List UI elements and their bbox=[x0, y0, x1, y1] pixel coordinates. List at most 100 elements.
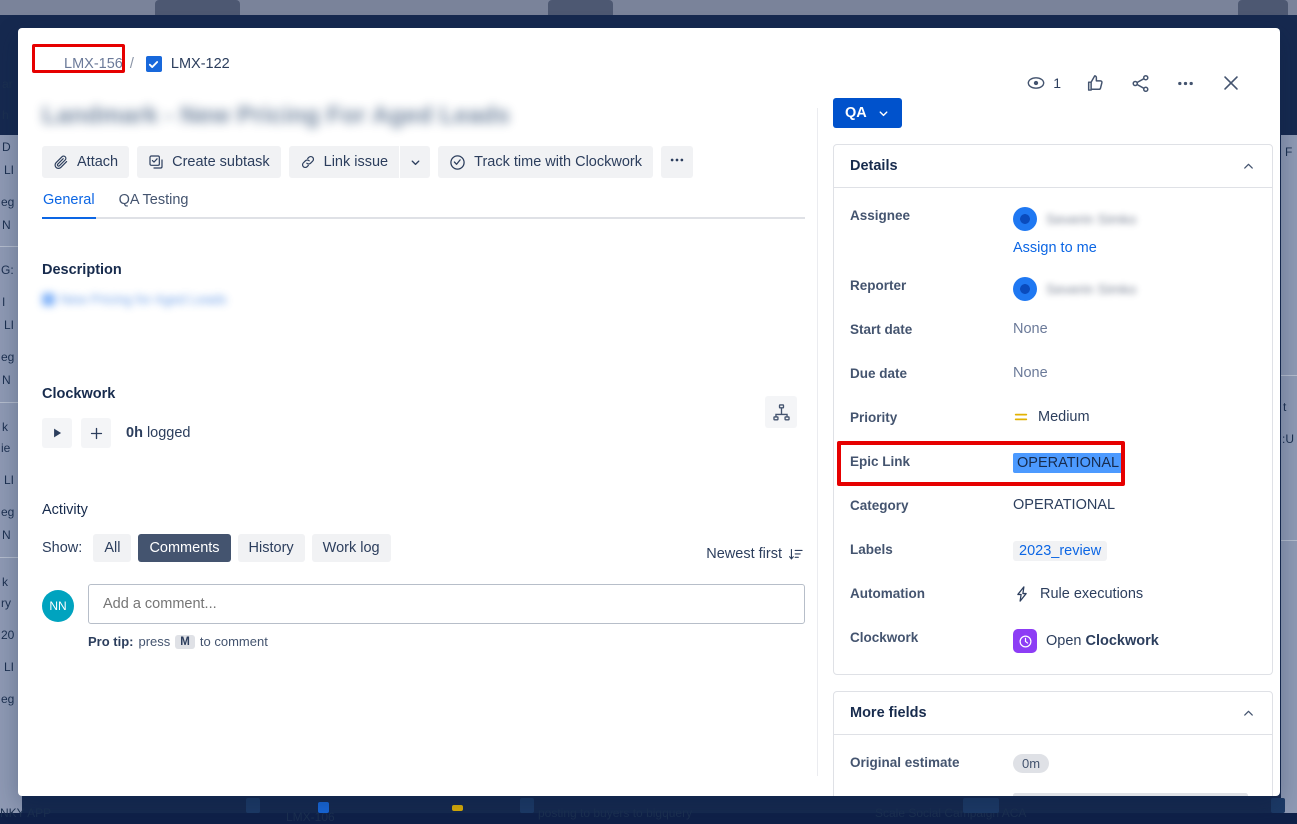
tab-qa-testing[interactable]: QA Testing bbox=[118, 192, 190, 217]
board-text: t bbox=[1283, 400, 1286, 414]
field-value-assignee[interactable]: Severin Simko bbox=[1013, 202, 1136, 231]
emoji-icon bbox=[42, 293, 55, 306]
board-text: LI bbox=[4, 660, 14, 674]
activity-sort-label: Newest first bbox=[706, 546, 782, 562]
field-label-automation: Automation bbox=[850, 580, 1013, 601]
breadcrumb-issue-key-group[interactable]: LMX-156 / bbox=[60, 54, 140, 74]
create-subtask-button[interactable]: Create subtask bbox=[137, 146, 281, 178]
board-text: F bbox=[1285, 145, 1292, 159]
field-label-start-date: Start date bbox=[850, 316, 1013, 337]
field-reporter: Reporter Severin Simko bbox=[850, 272, 1256, 306]
automation-label: Rule executions bbox=[1040, 586, 1143, 602]
field-value-clockwork[interactable]: Open Clockwork bbox=[1013, 624, 1159, 653]
track-time-label: Track time with Clockwork bbox=[474, 154, 642, 170]
label-badge[interactable]: 2023_review bbox=[1013, 541, 1107, 561]
field-epic-link: Epic Link OPERATIONAL bbox=[850, 448, 1256, 482]
watch-button[interactable]: 1 bbox=[1022, 69, 1065, 97]
breadcrumb-separator: / bbox=[130, 56, 134, 72]
protip-post: to comment bbox=[200, 634, 268, 649]
field-label-category: Category bbox=[850, 492, 1013, 513]
activity-sort-button[interactable]: Newest first bbox=[706, 546, 803, 562]
estimate-badge: 0m bbox=[1013, 754, 1049, 773]
epic-badge[interactable]: OPERATIONAL bbox=[1013, 453, 1123, 473]
field-labels: Labels 2023_review bbox=[850, 536, 1256, 570]
board-text: eg bbox=[1, 350, 14, 364]
chevron-down-icon bbox=[877, 107, 890, 120]
hierarchy-icon[interactable] bbox=[765, 396, 797, 428]
chevron-up-icon[interactable] bbox=[1241, 706, 1256, 721]
ellipsis-icon bbox=[668, 151, 686, 169]
protip-pre: press bbox=[139, 634, 171, 649]
attach-label: Attach bbox=[77, 154, 118, 170]
board-text: LI bbox=[4, 163, 14, 177]
clockwork-link-bold: Clockwork bbox=[1086, 633, 1159, 649]
link-issue-dropdown-button[interactable] bbox=[400, 146, 430, 178]
field-value-due-date[interactable]: None bbox=[1013, 360, 1048, 381]
field-value-reporter[interactable]: Severin Simko bbox=[1013, 272, 1136, 301]
assign-to-me-link[interactable]: Assign to me bbox=[1013, 240, 1097, 256]
link-icon bbox=[300, 154, 316, 170]
activity-filter-history[interactable]: History bbox=[238, 534, 305, 562]
activity-filter-comments[interactable]: Comments bbox=[138, 534, 230, 562]
board-text: LI bbox=[4, 473, 14, 487]
assignee-name: Severin Simko bbox=[1046, 211, 1136, 227]
field-value-epic-link[interactable]: OPERATIONAL bbox=[1013, 448, 1123, 473]
field-label-clockwork: Clockwork bbox=[850, 624, 1013, 645]
play-icon[interactable] bbox=[42, 418, 72, 448]
tab-general[interactable]: General bbox=[42, 192, 96, 217]
field-label-labels: Labels bbox=[850, 536, 1013, 557]
board-text: :U bbox=[1282, 432, 1294, 446]
link-issue-button[interactable]: Link issue bbox=[289, 146, 399, 178]
clockwork-logged-amount: 0h bbox=[126, 425, 143, 441]
more-fields-panel-header[interactable]: More fields bbox=[834, 692, 1272, 735]
board-text: eg bbox=[1, 692, 14, 706]
create-subtask-label: Create subtask bbox=[172, 154, 270, 170]
field-label-original-estimate: Original estimate bbox=[850, 749, 1013, 770]
vote-button[interactable] bbox=[1081, 69, 1110, 98]
field-value-time-tracking[interactable]: No time logged bbox=[1013, 793, 1248, 796]
field-due-date: Due date None bbox=[850, 360, 1256, 394]
field-value-automation[interactable]: Rule executions bbox=[1013, 580, 1143, 603]
more-actions-button[interactable] bbox=[1171, 69, 1200, 98]
activity-section: Activity Show: All Comments History Work… bbox=[42, 502, 805, 562]
description-body[interactable]: New Pricing for Aged Leads bbox=[42, 292, 227, 307]
assign-to-me-row: Assign to me bbox=[850, 236, 1256, 264]
field-assignee: Assignee Severin Simko bbox=[850, 202, 1256, 236]
toolbar-more-button[interactable] bbox=[661, 146, 693, 178]
close-button[interactable] bbox=[1216, 68, 1246, 98]
field-value-category[interactable]: OPERATIONAL bbox=[1013, 492, 1115, 513]
field-value-start-date[interactable]: None bbox=[1013, 316, 1048, 337]
field-value-original-estimate[interactable]: 0m bbox=[1013, 749, 1049, 773]
breadcrumb-parent-key[interactable]: LMX-122 bbox=[171, 56, 230, 72]
status-label: QA bbox=[845, 105, 867, 121]
page-title: Landmark - New Pricing For Aged Leads bbox=[42, 102, 510, 130]
protip-key: M bbox=[175, 635, 195, 649]
share-button[interactable] bbox=[1126, 69, 1155, 98]
board-text: G: bbox=[1, 263, 14, 277]
field-label-due-date: Due date bbox=[850, 360, 1013, 381]
reporter-name: Severin Simko bbox=[1046, 281, 1136, 297]
subtask-icon bbox=[148, 154, 164, 170]
attach-button[interactable]: Attach bbox=[42, 146, 129, 178]
paperclip-icon bbox=[53, 154, 69, 170]
plus-icon[interactable] bbox=[81, 418, 111, 448]
field-label-reporter: Reporter bbox=[850, 272, 1013, 293]
breadcrumb-issue-key[interactable]: LMX-156 bbox=[64, 56, 123, 72]
activity-filter-work-log[interactable]: Work log bbox=[312, 534, 391, 562]
chevron-up-icon[interactable] bbox=[1241, 159, 1256, 174]
field-priority: Priority Medium bbox=[850, 404, 1256, 438]
status-dropdown-button[interactable]: QA bbox=[833, 98, 902, 128]
field-clockwork: Clockwork Open Clockwork bbox=[850, 624, 1256, 658]
field-value-priority[interactable]: Medium bbox=[1013, 404, 1090, 425]
spacer bbox=[850, 236, 1013, 242]
comment-input[interactable] bbox=[88, 584, 805, 624]
activity-heading: Activity bbox=[42, 502, 805, 518]
content-tabs: General QA Testing bbox=[42, 192, 805, 219]
activity-filter-all[interactable]: All bbox=[93, 534, 131, 562]
details-panel-header[interactable]: Details bbox=[834, 145, 1272, 188]
track-time-button[interactable]: Track time with Clockwork bbox=[438, 146, 653, 178]
board-text: ie bbox=[1, 441, 10, 455]
clockwork-link-label: Open Clockwork bbox=[1046, 633, 1159, 649]
board-text: N bbox=[2, 218, 11, 232]
more-fields-panel: More fields Original estimate 0m Time tr… bbox=[833, 691, 1273, 796]
